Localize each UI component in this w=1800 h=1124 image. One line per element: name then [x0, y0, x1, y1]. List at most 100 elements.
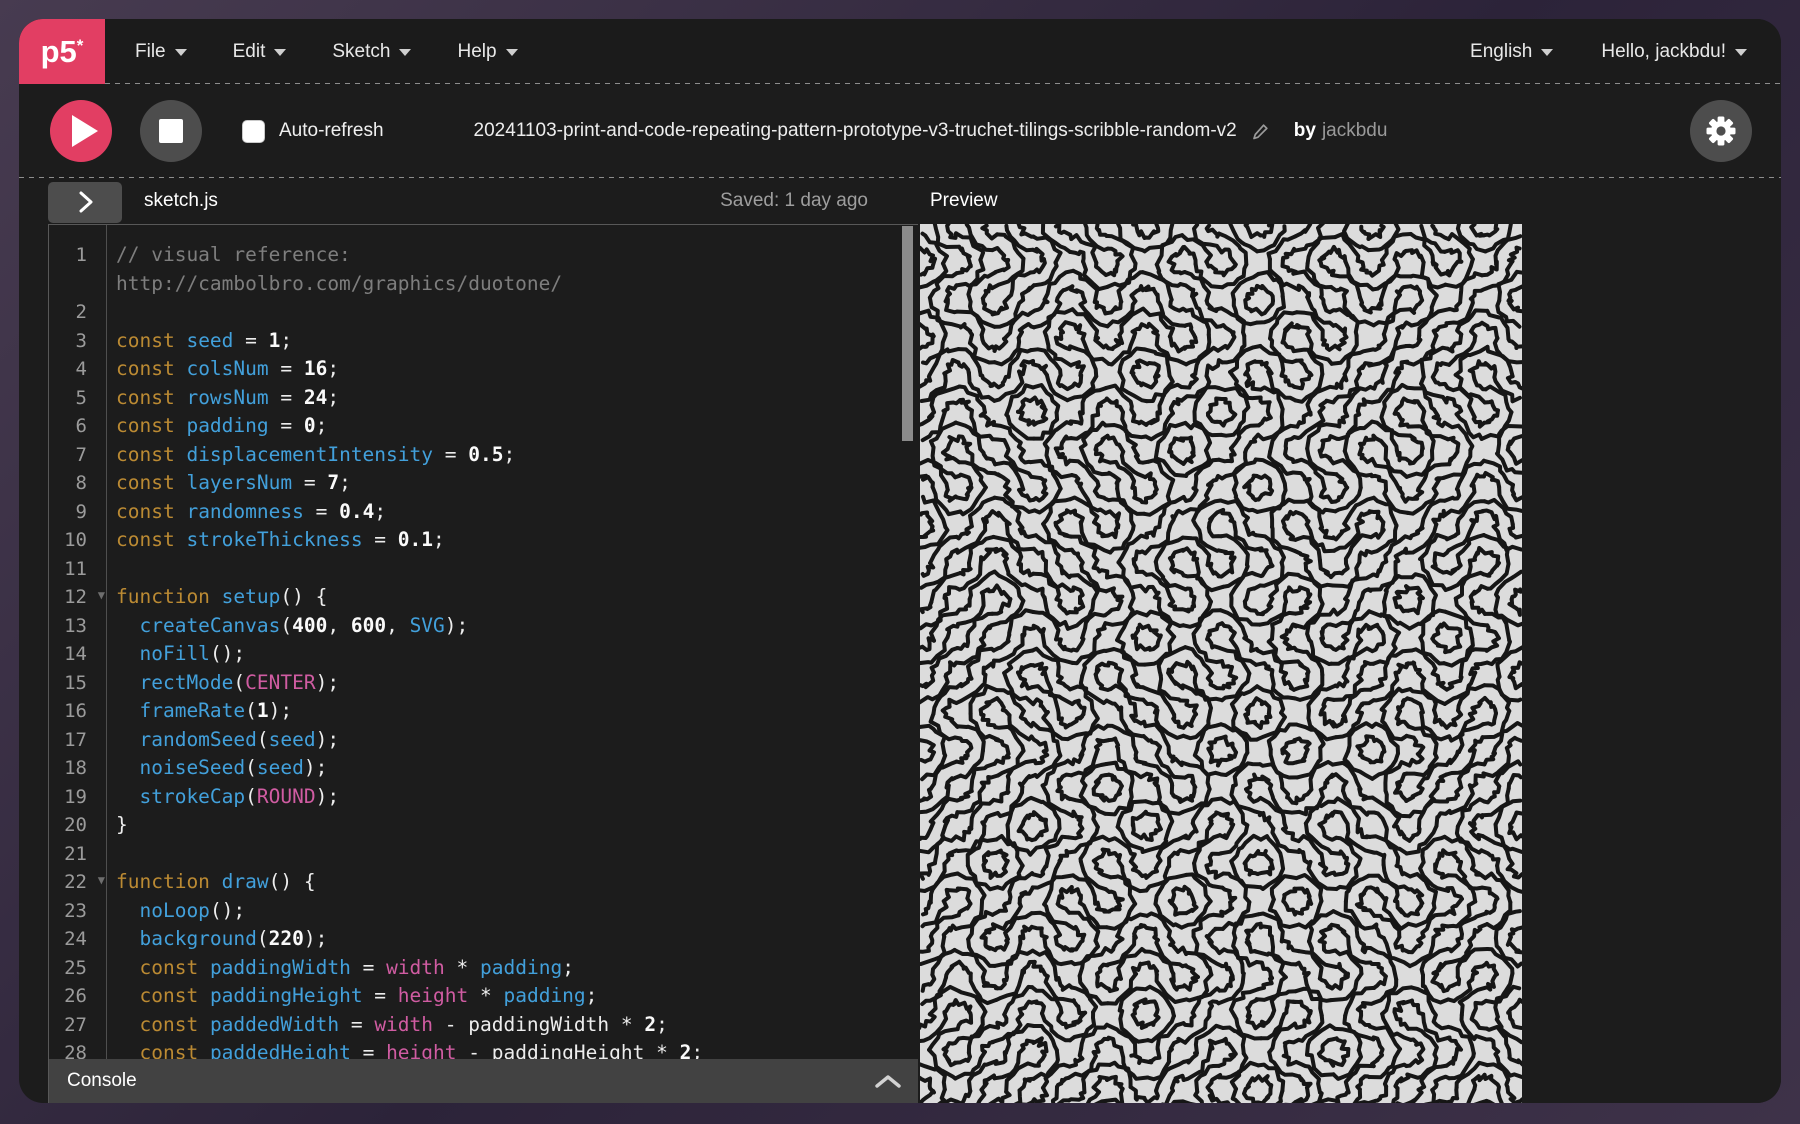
line-number: 7 [75, 443, 87, 466]
code-line: 27 const paddedWidth = width - paddingWi… [49, 1011, 918, 1040]
code-line: 23 noLoop(); [49, 897, 918, 926]
code-text: const paddedHeight = height - paddingHei… [139, 1041, 704, 1059]
line-number: 11 [64, 557, 87, 580]
code-text: const randomness = 0.4; [116, 499, 387, 523]
main-menu: File Edit Sketch Help [135, 41, 518, 63]
console-header[interactable]: Console [49, 1059, 918, 1103]
code-line: 10 const strokeThickness = 0.1; [49, 526, 918, 555]
code-line: 9 const randomness = 0.4; [49, 498, 918, 527]
logo-unsaved-asterisk: * [76, 35, 84, 55]
fold-arrow-icon[interactable]: ▼ [98, 874, 105, 886]
fold-arrow-icon[interactable]: ▼ [98, 589, 105, 601]
chevron-down-icon [399, 49, 412, 56]
code-line: 12 ▼ function setup() { [49, 583, 918, 612]
code-text: const seed = 1; [116, 328, 293, 352]
chevron-down-icon [174, 49, 187, 56]
code-line: 28 const paddedHeight = height - padding… [49, 1039, 918, 1059]
code-line: 11 [49, 555, 918, 584]
menu-label: Sketch [332, 40, 391, 62]
chevron-right-icon [79, 191, 93, 213]
line-number: 20 [64, 814, 87, 836]
code-text: function draw() { [116, 870, 316, 893]
code-text: createCanvas(400, 600, SVG); [139, 613, 469, 637]
code-line: 16 frameRate(1); [49, 697, 918, 726]
line-number: 27 [64, 1013, 87, 1036]
editor-scrollbar[interactable] [902, 226, 913, 441]
code-text: const paddedWidth = width - paddingWidth… [139, 1012, 668, 1036]
line-number: 17 [64, 728, 87, 751]
code-text: noiseSeed(seed); [139, 756, 328, 779]
play-button[interactable] [50, 100, 112, 162]
menu-sketch[interactable]: Sketch [332, 40, 412, 63]
auto-refresh-checkbox[interactable] [242, 119, 265, 143]
code-text: const padding = 0; [116, 414, 328, 437]
settings-button[interactable] [1690, 100, 1752, 162]
chevron-down-icon [1541, 49, 1554, 56]
line-number: 9 [75, 500, 87, 523]
edit-title-icon[interactable] [1251, 122, 1270, 141]
line-number: 12 ▼ [64, 586, 105, 608]
console-expand-button[interactable] [874, 1073, 902, 1089]
code-text: strokeCap(ROUND); [139, 784, 340, 808]
account-dropdown[interactable]: Hello, jackbdu! [1601, 41, 1747, 63]
line-number: 28 [64, 1042, 87, 1059]
menu-label: Help [457, 40, 497, 62]
line-number: 21 [64, 842, 87, 865]
line-number: 26 [64, 985, 87, 1007]
sketch-title: 20241103-print-and-code-repeating-patter… [473, 120, 1237, 141]
sketch-title-group: 20241103-print-and-code-repeating-patter… [474, 120, 1388, 142]
stop-icon [159, 119, 183, 143]
gutter-divider [106, 225, 107, 1059]
code-line: 8 const layersNum = 7; [49, 469, 918, 498]
menu-file[interactable]: File [135, 41, 187, 63]
sidebar-expand-button[interactable] [48, 181, 122, 223]
line-number: 1 [75, 244, 87, 266]
code-line: 15 rectMode(CENTER); [49, 669, 918, 698]
code-pane: 1 // visual reference: http://cambolbro.co… [48, 224, 918, 1103]
code-text: const colsNum = 16; [116, 357, 340, 380]
chevron-down-icon [1735, 49, 1747, 56]
code-line: 24 background(220); [49, 925, 918, 954]
stop-button[interactable] [140, 100, 202, 162]
code-text: const layersNum = 7; [116, 471, 351, 494]
code-line: 25 const paddingWidth = width * padding; [49, 954, 918, 983]
line-number: 4 [75, 358, 87, 380]
nav-right: English Hello, jackbdu! [1470, 41, 1747, 63]
main-area: sketch.js Saved: 1 day ago 1 // visual re… [19, 178, 1781, 1103]
app-window: p5 * File Edit Sketch Help English Hello, ja… [19, 19, 1781, 1103]
gear-icon [1706, 116, 1736, 146]
language-dropdown[interactable]: English [1470, 41, 1554, 63]
toolbar-divider [19, 177, 1781, 178]
line-number: 5 [75, 386, 87, 409]
code-line: 17 randomSeed(seed); [49, 726, 918, 755]
p5-logo[interactable]: p5 * [19, 19, 105, 84]
code-text: // visual reference: http://cambolbro.com… [116, 243, 563, 295]
line-number: 13 [64, 614, 87, 637]
code-text: } [116, 813, 128, 836]
code-line: 7 const displacementIntensity = 0.5; [49, 441, 918, 470]
author-link[interactable]: jackbdu [1322, 120, 1388, 141]
line-number: 6 [75, 415, 87, 437]
line-number: 25 [64, 956, 87, 979]
code-line: 5 const rowsNum = 24; [49, 384, 918, 413]
code-text: const displacementIntensity = 0.5; [116, 442, 516, 466]
code-line: 20} [49, 811, 918, 840]
line-number: 14 [64, 643, 87, 665]
code-editor[interactable]: 1 // visual reference: http://cambolbro.co… [49, 225, 918, 1059]
code-line: 4 const colsNum = 16; [49, 355, 918, 384]
sketch-canvas [920, 224, 1522, 1103]
code-text: noLoop(); [139, 898, 246, 922]
toolbar: Auto-refresh 20241103-print-and-code-rep… [19, 84, 1781, 178]
code-text: noFill(); [139, 642, 246, 665]
code-line: 19 strokeCap(ROUND); [49, 783, 918, 812]
menu-edit[interactable]: Edit [233, 41, 287, 63]
line-number: 24 [64, 928, 87, 950]
menu-help[interactable]: Help [457, 40, 518, 63]
preview-panel: Preview [918, 178, 1781, 1103]
line-number: 19 [64, 785, 87, 808]
code-text: background(220); [139, 927, 328, 950]
file-tab-sketchjs[interactable]: sketch.js [144, 190, 218, 212]
greeting-label: Hello, jackbdu! [1601, 40, 1726, 62]
code-line: 22 ▼ function draw() { [49, 868, 918, 897]
line-number: 23 [64, 899, 87, 922]
